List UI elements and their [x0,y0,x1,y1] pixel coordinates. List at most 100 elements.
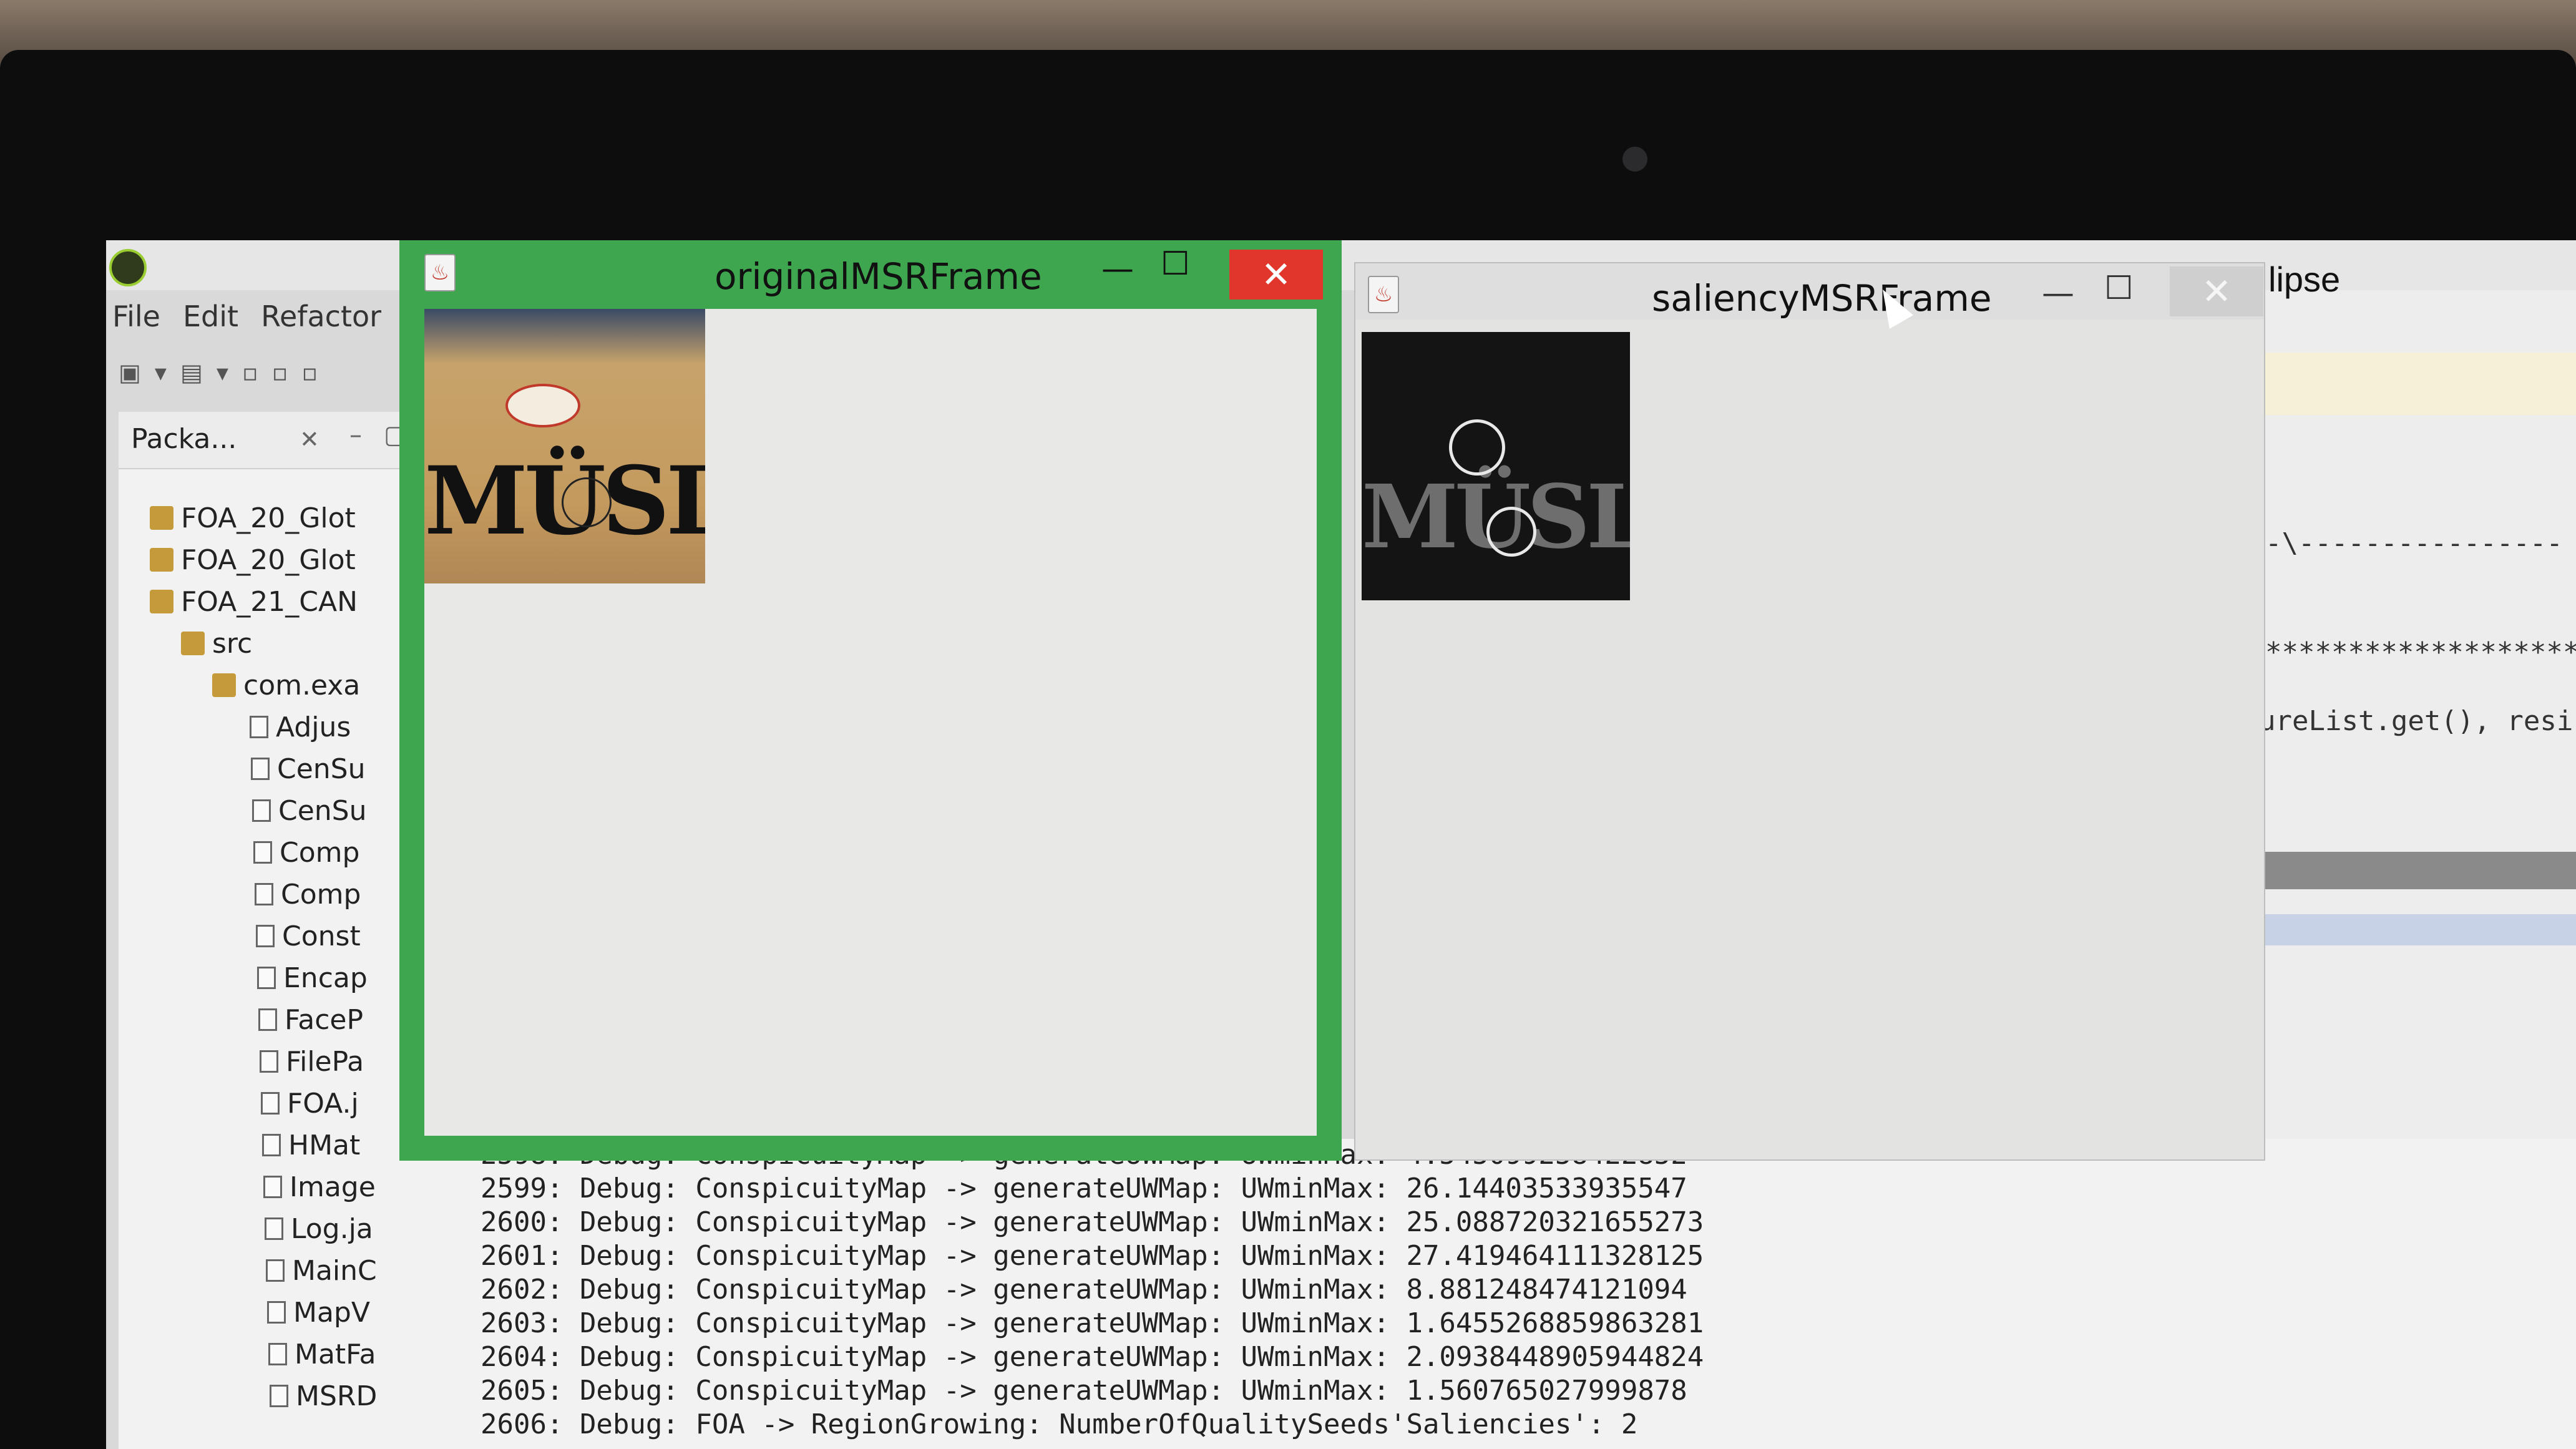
console-line: 2603: Debug: ConspicuityMap -> generateU… [481,1307,1704,1339]
tree-item[interactable]: MainC [266,1252,377,1289]
java-file-icon [256,925,275,947]
java-icon: ♨ [1368,276,1399,313]
maximize-button[interactable]: ☐ [1161,245,1190,283]
close-button[interactable]: ✕ [2170,266,2263,316]
tree-item-label: Comp [281,878,361,910]
open-icon[interactable]: ▤ [180,359,203,396]
tree-item-label: MatFa [295,1338,376,1370]
dropdown-icon[interactable]: ▾ [217,359,228,396]
menu-edit[interactable]: Edit [183,300,238,337]
tree-item[interactable]: FOA_21_CAN [150,583,358,620]
tree-item-label: MSRD [296,1380,378,1412]
original-muesli-image: MÜSLI [424,309,705,583]
project-icon [150,506,173,530]
view-header [2253,852,2576,889]
saliency-map-image: MÜSLI [1362,332,1630,600]
saliency-circle [1449,419,1505,476]
console-view: 2598: Debug: ConspicuityMap -> generateU… [456,1139,2576,1449]
tree-item-label: FOA_21_CAN [181,585,358,618]
webcam [1622,147,1647,172]
console-line: 2599: Debug: ConspicuityMap -> generateU… [481,1173,1687,1204]
package-explorer-title: Packa... [131,423,237,455]
java-file-icon [253,841,272,864]
code-line: ureList.get(), resi [2259,705,2574,737]
tree-item-label: CenSu [278,794,367,827]
eclipse-logo-icon [109,249,147,286]
project-icon [150,548,173,572]
tree-item[interactable]: MapV [267,1294,370,1331]
tree-item[interactable]: FOA_20_Glot [150,499,356,537]
tree-item[interactable]: Adjus [250,708,351,746]
original-msr-frame-window[interactable]: ♨ originalMSRFrame — ☐ ✕ MÜSLI [399,240,1342,1161]
tree-item[interactable]: CenSu [252,792,367,829]
tree-item[interactable]: FOA.j [261,1085,359,1122]
java-file-icon [260,1050,278,1073]
console-line: 2606: Debug: FOA -> RegionGrowing: Numbe… [481,1408,1638,1440]
copy-icon[interactable]: ▫ [272,359,288,396]
tree-item-label: Log.ja [291,1212,373,1245]
screen: File Edit Refactor S ▣ ▾ ▤ ▾ ▫ ▫ ▫ Packa… [106,240,2576,1449]
project-icon [150,590,173,613]
tree-item[interactable]: com.exa [212,666,360,704]
eclipse-title-fragment: lipse [2268,260,2341,299]
original-window-content: MÜSLI [424,309,1317,1136]
tree-item-label: MainC [292,1254,377,1287]
tree-item-label: FOA_20_Glot [181,544,356,576]
original-window-titlebar[interactable]: ♨ originalMSRFrame — ☐ ✕ [399,240,1342,309]
tree-item[interactable]: HMat [262,1126,360,1164]
new-icon[interactable]: ▣ [119,359,141,396]
tree-item[interactable]: Comp [255,876,361,913]
tree-item-label: Const [282,920,361,952]
console-toolbar [2253,914,2576,945]
close-button[interactable]: ✕ [1229,250,1323,300]
minimize-button[interactable]: — [2042,275,2074,312]
tree-item[interactable]: Const [256,917,361,955]
tree-item[interactable]: FOA_20_Glot [150,541,356,578]
tree-item-label: CenSu [277,753,366,785]
maximize-button[interactable]: ☐ [2104,270,2134,307]
tree-item[interactable]: Encap [257,959,368,997]
code-line: ******************** [2265,637,2576,668]
tree-item[interactable]: FaceP [258,1001,363,1038]
tree-item[interactable]: FilePa [260,1043,364,1080]
console-line: 2602: Debug: ConspicuityMap -> generateU… [481,1274,1687,1305]
dropdown-icon[interactable]: ▾ [155,359,167,396]
original-window-title: originalMSRFrame [715,255,1042,298]
folder-icon [181,632,205,655]
tree-item-label: Comp [280,836,360,869]
minimize-button[interactable]: — [1101,250,1134,288]
package-icon [212,673,236,697]
tree-item-label: HMat [288,1129,361,1161]
saliency-window-content: MÜSLI [1355,320,2264,1159]
tree-item[interactable]: CenSu [251,750,366,788]
java-file-icon [252,799,271,822]
paste-icon[interactable]: ▫ [302,359,318,396]
minimize-icon[interactable]: – [349,421,362,449]
saliency-circle [1486,507,1536,557]
tree-item[interactable]: MatFa [268,1335,376,1373]
console-line: 2604: Debug: ConspicuityMap -> generateU… [481,1341,1704,1373]
java-file-icon [261,1092,280,1115]
tree-item-label: MapV [293,1296,370,1329]
granola-badge [505,384,580,427]
saliency-msr-frame-window[interactable]: ♨ saliencyMSRFrame — ☐ ✕ MÜSLI [1354,262,2265,1161]
tree-item[interactable]: src [181,625,252,662]
tree-item-label: FilePa [286,1045,364,1078]
java-file-icon [267,1301,286,1324]
java-file-icon [270,1385,288,1407]
java-file-icon [251,758,270,780]
tree-item[interactable]: Comp [253,834,359,871]
menu-refactor[interactable]: Refactor [261,300,381,337]
java-file-icon [266,1259,285,1282]
tree-item-label: FOA.j [287,1087,359,1120]
menu-file[interactable]: File [112,300,160,337]
java-file-icon [250,716,268,738]
save-icon[interactable]: ▫ [242,359,258,396]
tree-item[interactable]: MSRD [270,1377,377,1415]
close-icon[interactable]: ✕ [300,426,320,453]
eclipse-menubar: File Edit Refactor S [112,300,422,337]
java-file-icon [262,1134,281,1156]
tree-item-label: src [212,627,253,660]
tree-item[interactable]: Log.ja [265,1210,373,1247]
tree-item[interactable]: Image [263,1168,376,1206]
